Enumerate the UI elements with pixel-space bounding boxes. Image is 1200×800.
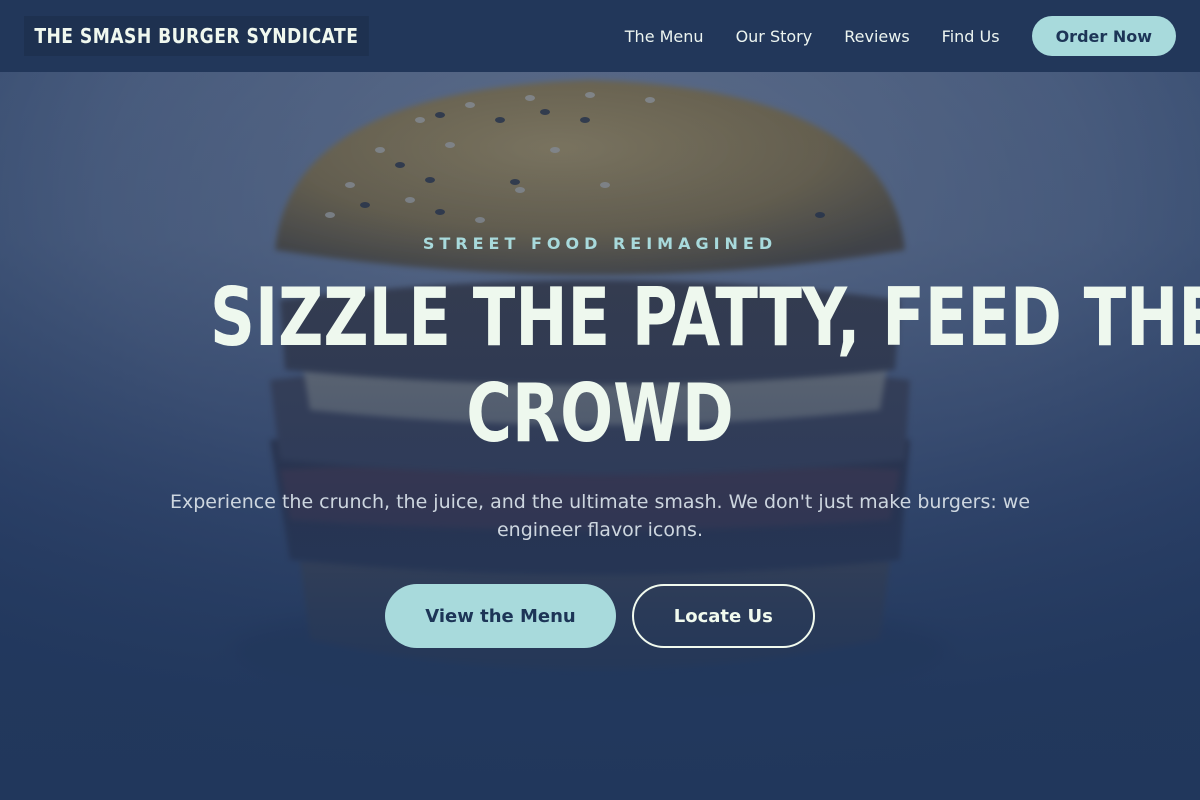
locate-us-button[interactable]: Locate Us bbox=[631, 584, 815, 648]
view-menu-button[interactable]: View the Menu bbox=[385, 584, 616, 648]
nav-link-reviews[interactable]: Reviews bbox=[844, 27, 909, 46]
brand-logo[interactable]: THE SMASH BURGER SYNDICATE bbox=[24, 16, 369, 56]
nav-link-the-menu[interactable]: The Menu bbox=[625, 27, 704, 46]
nav-link-our-story[interactable]: Our Story bbox=[736, 27, 813, 46]
hero-eyebrow: STREET FOOD REIMAGINED bbox=[422, 234, 778, 253]
order-now-button[interactable]: Order Now bbox=[1031, 16, 1176, 56]
hero-headline: SIZZLE THE PATTY, FEED THE CROWD bbox=[210, 270, 1200, 462]
hero-cta-group: View the Menu Locate Us bbox=[0, 584, 1200, 648]
landing-page: THE SMASH BURGER SYNDICATE The Menu Our … bbox=[0, 0, 1200, 800]
nav-menu: The Menu Our Story Reviews Find Us Order… bbox=[625, 16, 1176, 56]
hero-headline-line-2: CROWD bbox=[466, 367, 734, 460]
hero-subtext: Experience the crunch, the juice, and th… bbox=[169, 491, 1031, 541]
nav-link-find-us[interactable]: Find Us bbox=[942, 27, 1000, 46]
navbar: THE SMASH BURGER SYNDICATE The Menu Our … bbox=[0, 0, 1200, 72]
hero-section: STREET FOOD REIMAGINED SIZZLE THE PATTY,… bbox=[0, 0, 1200, 800]
hero-headline-line-1: SIZZLE THE PATTY, FEED THE bbox=[210, 271, 1200, 364]
